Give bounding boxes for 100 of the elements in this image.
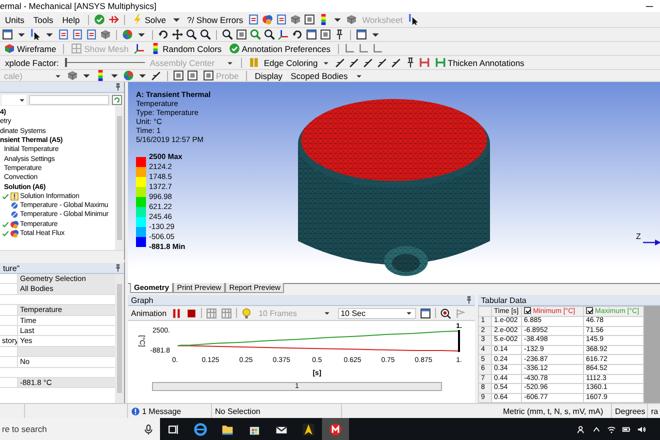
status-message[interactable]: 1 Message bbox=[142, 406, 182, 416]
toolbar-button[interactable]: Solve bbox=[130, 14, 168, 26]
menu-item[interactable]: Tools bbox=[30, 14, 56, 24]
panel-title: ture" bbox=[3, 264, 20, 272]
frame-icon[interactable] bbox=[320, 29, 331, 40]
light-bulb-icon[interactable] bbox=[240, 308, 252, 318]
window-icon[interactable] bbox=[356, 29, 367, 40]
folder-icon[interactable] bbox=[221, 422, 234, 436]
cube-icon[interactable] bbox=[346, 14, 358, 25]
menu-item[interactable]: Help bbox=[59, 14, 83, 24]
people-icon[interactable] bbox=[577, 424, 586, 434]
time-marker[interactable] bbox=[458, 330, 460, 352]
menu-item[interactable]: Units bbox=[2, 14, 28, 24]
dropdown[interactable]: 10 Sec bbox=[338, 308, 416, 318]
axes-icon[interactable] bbox=[278, 29, 289, 40]
window-icon[interactable] bbox=[306, 29, 317, 40]
checkbox[interactable] bbox=[586, 307, 593, 314]
frame-icon[interactable] bbox=[236, 29, 247, 40]
browser-icon[interactable] bbox=[194, 422, 207, 436]
axis-corner-icon[interactable] bbox=[344, 43, 355, 54]
toolbar-button[interactable]: Random Colors bbox=[148, 42, 224, 54]
axes-icon[interactable] bbox=[134, 43, 145, 54]
checkbox[interactable] bbox=[524, 307, 531, 314]
status-field[interactable]: ra bbox=[651, 406, 658, 416]
cube-icon bbox=[4, 43, 15, 54]
toolbar-button[interactable]: Wireframe bbox=[2, 42, 58, 54]
sphere-icon[interactable] bbox=[122, 29, 133, 40]
stop-icon[interactable] bbox=[186, 308, 197, 318]
magnifier-icon[interactable] bbox=[264, 29, 275, 40]
cube-icon[interactable] bbox=[290, 14, 302, 25]
toolbar-button[interactable]: Thicken Annotations bbox=[432, 56, 526, 68]
window-icon[interactable] bbox=[420, 308, 431, 318]
pen-icon[interactable] bbox=[362, 57, 374, 68]
check-icon bbox=[2, 192, 9, 200]
result-icon[interactable] bbox=[262, 14, 274, 25]
search-box[interactable]: re to search bbox=[0, 418, 160, 440]
battery-icon[interactable] bbox=[622, 424, 631, 434]
toolbar-button[interactable]: ?/ Show Errors bbox=[184, 14, 246, 26]
cube-icon[interactable] bbox=[100, 29, 111, 40]
document-icon[interactable] bbox=[86, 29, 97, 40]
status-units[interactable]: Metric (mm, t, N, s, mV, mA) bbox=[503, 406, 604, 416]
record-icon[interactable] bbox=[440, 308, 451, 318]
cursor-icon[interactable] bbox=[30, 29, 41, 40]
pen-icon[interactable] bbox=[151, 70, 162, 81]
pen-icon[interactable] bbox=[334, 57, 346, 68]
magnifier-icon[interactable] bbox=[222, 29, 233, 40]
cursor-icon[interactable] bbox=[408, 14, 419, 25]
sphere-icon[interactable] bbox=[123, 70, 134, 81]
slider-thumb[interactable] bbox=[64, 58, 67, 67]
speaker-icon[interactable] bbox=[637, 424, 646, 434]
dropdown[interactable]: Scoped Bodies bbox=[288, 70, 365, 81]
rotate-icon[interactable] bbox=[292, 29, 303, 40]
pen-icon[interactable] bbox=[376, 57, 388, 68]
message-icon[interactable] bbox=[131, 406, 140, 416]
scrollbar[interactable] bbox=[115, 274, 124, 403]
thicken-icon[interactable] bbox=[418, 57, 430, 68]
cube-icon[interactable] bbox=[67, 70, 78, 81]
scrollbar[interactable] bbox=[0, 250, 124, 260]
toolbar-label: xplode Factor: bbox=[4, 58, 60, 68]
thicken-icon bbox=[434, 57, 446, 68]
document-icon[interactable] bbox=[276, 14, 288, 25]
check-icon bbox=[228, 43, 240, 54]
magnifier-icon[interactable] bbox=[200, 29, 211, 40]
frame-icon[interactable] bbox=[304, 14, 316, 25]
frame-icon[interactable] bbox=[173, 70, 184, 81]
pen-icon[interactable] bbox=[390, 57, 402, 68]
task-view-icon[interactable] bbox=[168, 424, 179, 434]
arrows-icon[interactable] bbox=[108, 14, 119, 25]
document-icon[interactable] bbox=[248, 14, 260, 25]
frame-icon[interactable] bbox=[187, 70, 198, 81]
document-icon[interactable] bbox=[58, 29, 69, 40]
status-angle[interactable]: Degrees bbox=[615, 406, 646, 416]
window-icon[interactable] bbox=[2, 29, 13, 40]
axis-corner-icon[interactable] bbox=[358, 43, 369, 54]
dropdown[interactable] bbox=[2, 94, 26, 104]
pin-icon[interactable] bbox=[334, 29, 345, 40]
pin-icon[interactable] bbox=[114, 264, 122, 272]
document-icon[interactable] bbox=[72, 29, 83, 40]
wifi-icon[interactable] bbox=[607, 424, 616, 434]
search-field[interactable] bbox=[29, 94, 109, 104]
panel-title: Graph bbox=[131, 296, 154, 304]
check-icon[interactable] bbox=[94, 14, 105, 25]
scrollbar[interactable] bbox=[115, 106, 124, 250]
refresh-icon[interactable] bbox=[112, 94, 122, 104]
app-icon[interactable] bbox=[329, 422, 342, 436]
app-icon[interactable] bbox=[302, 422, 315, 436]
rotate-icon[interactable] bbox=[158, 29, 169, 40]
axis-corner-icon[interactable] bbox=[372, 43, 383, 54]
toolbar-button[interactable]: Annotation Preferences bbox=[226, 42, 333, 54]
pause-icon[interactable] bbox=[170, 308, 182, 318]
pen-icon[interactable] bbox=[348, 57, 360, 68]
microphone-icon[interactable] bbox=[143, 424, 154, 434]
pin-icon[interactable] bbox=[465, 296, 473, 304]
caret-icon[interactable] bbox=[592, 424, 601, 434]
slider[interactable] bbox=[64, 58, 145, 67]
magnifier-icon[interactable] bbox=[186, 29, 197, 40]
dropdown[interactable]: Edge Coloring bbox=[246, 57, 332, 68]
pin-icon[interactable] bbox=[114, 83, 122, 91]
move-icon[interactable] bbox=[172, 29, 183, 40]
info-icon bbox=[10, 192, 19, 201]
